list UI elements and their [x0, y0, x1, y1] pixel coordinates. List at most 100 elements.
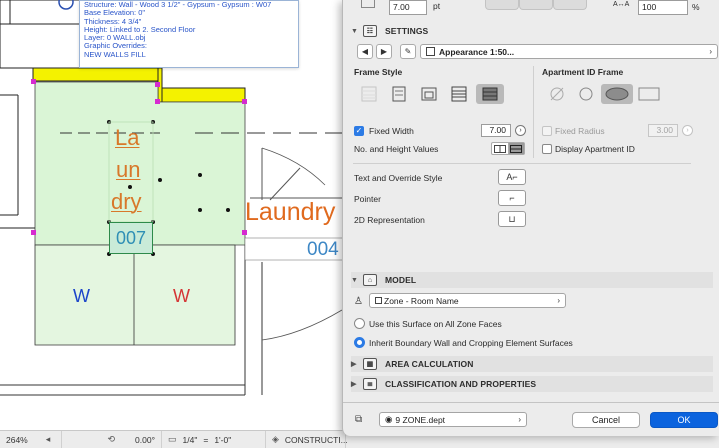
frame-style-box[interactable]: [418, 84, 440, 104]
zone-name-line[interactable]: dry: [111, 189, 142, 214]
fixed-width-arrow[interactable]: ›: [515, 125, 526, 136]
scale-field[interactable]: ▭ 1/4" = 1'-0": [162, 430, 266, 448]
align-center-segment[interactable]: [519, 0, 553, 10]
surface-popup-label: Zone - Room Name: [384, 295, 459, 306]
footer-divider: [343, 402, 719, 403]
fixed-radius-checkbox[interactable]: [542, 126, 552, 136]
representation-icon: ⊔: [508, 213, 516, 224]
scale-equals: =: [203, 434, 209, 445]
inherit-boundary-radio[interactable]: [354, 337, 365, 348]
adjacent-zone-name[interactable]: Laundry: [245, 197, 335, 227]
align-left-segment[interactable]: [485, 0, 519, 10]
scale-icon: ▭: [168, 434, 177, 444]
text-size-unit: pt: [433, 1, 441, 11]
representation-2d-label: 2D Representation: [354, 215, 425, 225]
surface-swatch-icon: [375, 297, 382, 304]
text-override-style-label: Text and Override Style: [354, 173, 443, 183]
fixed-radius-field[interactable]: 3.00: [648, 124, 678, 137]
scale-left: 1/4": [182, 434, 198, 445]
settings-title: SETTINGS: [385, 26, 429, 36]
ellipse-frame-icon: [605, 87, 629, 101]
zone-number-stamp[interactable]: 007: [109, 222, 153, 254]
classification-icon: ≣: [363, 378, 377, 390]
fixed-radius-arrow[interactable]: ›: [682, 125, 693, 136]
apartment-frame-circle[interactable]: [575, 84, 597, 104]
zone-settings-dialog: 7.00 pt A↔A 100 % ▼ ☷ SETTINGS ◀ ▶ ✎ App…: [342, 0, 719, 436]
frame-style-lines[interactable]: [448, 84, 470, 104]
divider: [353, 163, 691, 164]
use-surface-all-faces-radio[interactable]: [354, 318, 365, 329]
ok-button[interactable]: OK: [650, 412, 718, 428]
favorites-popup[interactable]: Appearance 1:50... ›: [420, 44, 718, 59]
display-apartment-id-checkbox[interactable]: [542, 144, 552, 154]
layer-combination-value: CONSTRUCTI...: [284, 434, 348, 445]
frame-style-outline[interactable]: [388, 84, 410, 104]
zone-name-line[interactable]: un: [116, 157, 140, 182]
settings-icon: ☷: [363, 25, 377, 37]
favorites-menu-button[interactable]: ✎: [400, 44, 416, 59]
pointer-icon: ⌐: [509, 193, 515, 203]
width-factor-field[interactable]: 100: [638, 0, 688, 15]
chevron-right-icon: ›: [518, 415, 521, 424]
frame-style-none[interactable]: [358, 84, 380, 104]
frame-filled-icon: [482, 87, 498, 101]
split-view-icon[interactable]: [492, 143, 509, 154]
layer-popup-label: 9 ZONE.dept: [395, 414, 446, 425]
adjacent-zone-number[interactable]: 004: [307, 239, 339, 261]
collapse-triangle-icon[interactable]: ▼: [351, 277, 361, 284]
fixed-width-checkbox[interactable]: ✓: [354, 126, 364, 136]
no-frame-icon: [550, 87, 564, 101]
pointer-button[interactable]: ⌐: [498, 190, 526, 206]
no-height-segment[interactable]: [491, 142, 525, 155]
classification-section-header[interactable]: ▶ ≣ CLASSIFICATION AND PROPERTIES: [351, 376, 713, 392]
layer-popup[interactable]: ◉ 9 ZONE.dept ›: [379, 412, 527, 427]
align-right-segment[interactable]: [553, 0, 587, 10]
text-style-icon: A⌐: [506, 172, 518, 182]
circle-frame-icon: [579, 87, 593, 101]
settings-section-header[interactable]: ▼ ☷ SETTINGS: [351, 23, 713, 39]
width-factor-unit: %: [692, 2, 700, 12]
angle-value: 0.00°: [135, 434, 155, 445]
scale-right: 1'-0": [214, 434, 232, 445]
surface-popup[interactable]: Zone - Room Name ›: [369, 293, 566, 308]
layer-combination-field[interactable]: ◈ CONSTRUCTI...: [266, 430, 348, 448]
text-style-button[interactable]: A⌐: [498, 169, 526, 185]
display-apartment-id-label: Display Apartment ID: [555, 144, 635, 154]
paint-bucket-icon: ♙: [354, 296, 363, 307]
frame-style-filled[interactable]: [476, 84, 504, 104]
angle-field[interactable]: ⟲ 0.00°: [62, 430, 162, 448]
frame-style-title: Frame Style: [354, 67, 403, 77]
previous-favorite-button[interactable]: ◀: [357, 44, 373, 59]
collapse-triangle-icon[interactable]: ▼: [351, 28, 361, 35]
stacked-view-icon[interactable]: [508, 143, 524, 154]
fixed-width-label: Fixed Width: [369, 126, 414, 136]
layers-icon: ⧉: [355, 414, 363, 425]
expand-triangle-icon[interactable]: ▶: [351, 360, 361, 368]
representation-2d-button[interactable]: ⊔: [498, 211, 526, 227]
orientation-icon[interactable]: ⟲: [108, 434, 116, 445]
fixed-radius-label: Fixed Radius: [555, 126, 605, 136]
model-section-header[interactable]: ▼ ⌂ MODEL: [351, 272, 713, 288]
fixed-width-field[interactable]: 7.00: [481, 124, 511, 137]
area-calculation-section-header[interactable]: ▶ ▦ AREA CALCULATION: [351, 356, 713, 372]
apartment-frame-rectangle[interactable]: [636, 84, 662, 104]
favorites-label: Appearance 1:50...: [439, 46, 515, 57]
inherit-boundary-label: Inherit Boundary Wall and Cropping Eleme…: [369, 338, 573, 348]
washer-label: W: [173, 286, 190, 306]
apartment-frame-none[interactable]: [546, 84, 568, 104]
cancel-button[interactable]: Cancel: [572, 412, 640, 428]
zoom-menu-icon[interactable]: ◂: [46, 434, 51, 445]
text-size-icon: [361, 0, 375, 8]
eye-icon: ◉: [385, 414, 393, 424]
element-info-tooltip: Structure: Wall - Wood 3 1/2" - Gypsum -…: [79, 0, 299, 68]
apartment-frame-ellipse[interactable]: [601, 84, 633, 104]
zone-name-line[interactable]: La: [115, 125, 139, 150]
text-size-field[interactable]: 7.00: [389, 0, 427, 15]
tooltip-line: NEW WALLS FILL: [84, 49, 146, 59]
zoom-field[interactable]: 264% ◂: [0, 430, 62, 448]
model-title: MODEL: [385, 275, 417, 285]
expand-triangle-icon[interactable]: ▶: [351, 380, 361, 388]
frame-none-icon: [361, 86, 377, 102]
next-favorite-button[interactable]: ▶: [376, 44, 392, 59]
view-settings-icon: [426, 47, 435, 56]
